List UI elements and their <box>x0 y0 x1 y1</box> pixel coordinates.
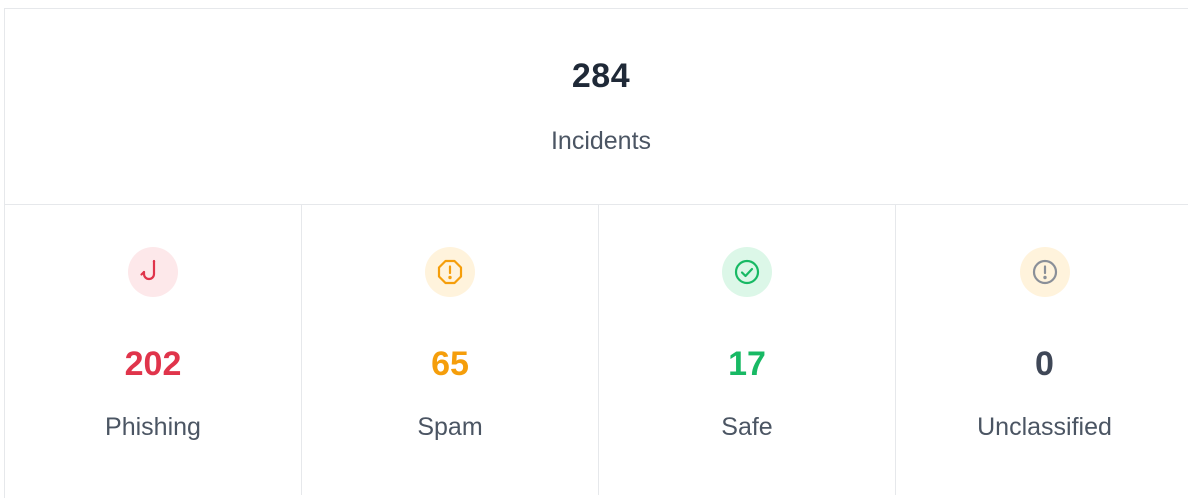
incidents-card: 284 Incidents 202 Phishing 65 Spam 17 Sa… <box>4 8 1188 498</box>
check-circle-icon <box>722 247 772 297</box>
safe-count: 17 <box>728 345 766 383</box>
phishing-count: 202 <box>124 345 182 383</box>
incidents-total: 284 <box>571 57 631 95</box>
category-unclassified[interactable]: 0 Unclassified <box>896 205 1188 495</box>
unclassified-count: 0 <box>1035 345 1054 383</box>
incidents-label: Incidents <box>550 127 652 155</box>
incident-categories: 202 Phishing 65 Spam 17 Safe 0 Unclassif… <box>5 205 1188 495</box>
incidents-summary[interactable]: 284 Incidents <box>5 9 1188 205</box>
unclassified-label: Unclassified <box>977 413 1112 441</box>
category-spam[interactable]: 65 Spam <box>302 205 599 495</box>
octagon-alert-icon <box>425 247 475 297</box>
circle-alert-icon <box>1019 247 1070 297</box>
fishhook-icon <box>128 247 178 297</box>
spam-label: Spam <box>417 413 483 441</box>
category-phishing[interactable]: 202 Phishing <box>5 205 302 495</box>
category-safe[interactable]: 17 Safe <box>599 205 896 495</box>
spam-count: 65 <box>431 345 469 383</box>
phishing-label: Phishing <box>105 413 201 441</box>
safe-label: Safe <box>721 413 773 441</box>
